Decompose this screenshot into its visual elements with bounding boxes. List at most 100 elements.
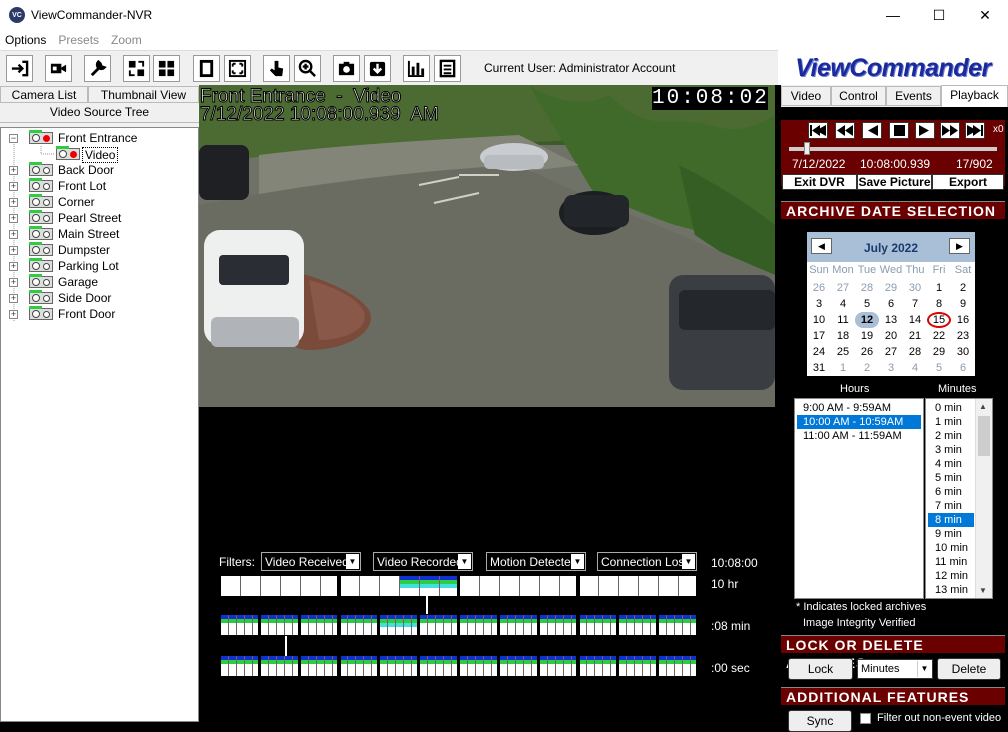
calendar-day[interactable]: 15 bbox=[927, 312, 951, 328]
timeline-segment[interactable] bbox=[467, 656, 476, 676]
timeline-segment[interactable] bbox=[627, 615, 636, 635]
menu-options[interactable]: Options bbox=[0, 33, 53, 47]
timeline-segment[interactable] bbox=[221, 615, 229, 635]
timeline-segment[interactable] bbox=[400, 576, 421, 596]
calendar-day[interactable]: 8 bbox=[927, 296, 951, 312]
filter-non-event-checkbox[interactable] bbox=[860, 713, 871, 724]
timeline-segment[interactable] bbox=[360, 576, 381, 596]
timeline-segment[interactable] bbox=[603, 656, 612, 676]
timeline-segment[interactable] bbox=[603, 615, 612, 635]
calendar-day[interactable]: 4 bbox=[831, 296, 855, 312]
timeline-segment[interactable] bbox=[428, 656, 437, 676]
live-video-feed[interactable] bbox=[199, 85, 775, 407]
timeline-segment[interactable] bbox=[420, 656, 429, 676]
minute-item[interactable]: 6 min bbox=[928, 485, 974, 499]
timeline-segment[interactable] bbox=[619, 576, 640, 596]
lock-unit-select[interactable]: Minutes ▼ bbox=[857, 659, 933, 679]
playback-slider[interactable] bbox=[789, 147, 997, 151]
go-to-start-button[interactable] bbox=[808, 122, 828, 139]
tree-node-camera[interactable]: + Parking Lot bbox=[1, 258, 200, 274]
timeline-segment[interactable] bbox=[675, 656, 684, 676]
calendar-day[interactable]: 29 bbox=[927, 344, 951, 360]
collapse-toggle[interactable]: − bbox=[9, 134, 18, 143]
tab-playback[interactable]: Playback bbox=[941, 85, 1008, 107]
timeline-seconds-bar[interactable] bbox=[221, 656, 699, 676]
fullscreen-button[interactable] bbox=[224, 55, 251, 82]
go-to-end-button[interactable] bbox=[965, 122, 985, 139]
filter-video-received-select[interactable]: Video Received ▼ bbox=[261, 552, 361, 571]
timeline-segment[interactable] bbox=[483, 615, 492, 635]
timeline-segment[interactable] bbox=[595, 615, 604, 635]
calendar-day[interactable]: 2 bbox=[951, 280, 975, 296]
calendar-day[interactable]: 1 bbox=[927, 280, 951, 296]
timeline-segment[interactable] bbox=[691, 656, 699, 676]
timeline-segment[interactable] bbox=[452, 615, 460, 635]
tab-video[interactable]: Video bbox=[781, 86, 831, 106]
timeline-segment[interactable] bbox=[571, 615, 580, 635]
timeline-segment[interactable] bbox=[491, 615, 500, 635]
timeline-segment[interactable] bbox=[499, 576, 520, 596]
timeline-segment[interactable] bbox=[579, 576, 600, 596]
timeline-segment[interactable] bbox=[221, 576, 241, 596]
settings-wrench-button[interactable] bbox=[84, 55, 111, 82]
calendar-day[interactable]: 23 bbox=[951, 328, 975, 344]
timeline-segment[interactable] bbox=[244, 656, 253, 676]
playback-slider-thumb[interactable] bbox=[804, 142, 810, 155]
minute-item[interactable]: 1 min bbox=[928, 415, 974, 429]
timeline-segment[interactable] bbox=[452, 656, 460, 676]
timeline-segment[interactable] bbox=[523, 615, 532, 635]
timeline-segment[interactable] bbox=[667, 656, 676, 676]
timeline-segment[interactable] bbox=[380, 615, 389, 635]
timeline-segment[interactable] bbox=[559, 576, 580, 596]
calendar-day[interactable]: 24 bbox=[807, 344, 831, 360]
timeline-segment[interactable] bbox=[244, 615, 253, 635]
timeline-segment[interactable] bbox=[404, 615, 413, 635]
tab-control[interactable]: Control bbox=[831, 86, 886, 106]
timeline-segment[interactable] bbox=[571, 656, 580, 676]
layout-switch-button[interactable] bbox=[123, 55, 150, 82]
tree-node-video[interactable]: Video bbox=[1, 146, 200, 163]
calendar-day[interactable]: 28 bbox=[855, 280, 879, 296]
hours-list[interactable]: 9:00 AM - 9:59AM 10:00 AM - 10:59AM 11:00 … bbox=[794, 398, 924, 599]
calendar-day[interactable]: 27 bbox=[879, 344, 903, 360]
save-picture-button[interactable]: Save Picture bbox=[857, 174, 932, 190]
timeline-segment[interactable] bbox=[531, 656, 540, 676]
timeline-segment[interactable] bbox=[651, 615, 660, 635]
timeline-segment[interactable] bbox=[236, 656, 245, 676]
calendar-day[interactable]: 28 bbox=[903, 344, 927, 360]
expand-toggle[interactable]: + bbox=[9, 246, 18, 255]
calendar-day[interactable]: 20 bbox=[879, 328, 903, 344]
timeline-segment[interactable] bbox=[300, 576, 321, 596]
timeline-segment[interactable] bbox=[340, 576, 361, 596]
calendar-day[interactable]: 21 bbox=[903, 328, 927, 344]
fast-reverse-button[interactable] bbox=[835, 122, 855, 139]
tab-camera-list[interactable]: Camera List bbox=[0, 86, 88, 103]
timeline-segment[interactable] bbox=[236, 615, 245, 635]
step-reverse-button[interactable] bbox=[862, 122, 882, 139]
calendar-day[interactable]: 11 bbox=[831, 312, 855, 328]
timeline-segment[interactable] bbox=[324, 615, 333, 635]
calendar-day[interactable]: 4 bbox=[903, 360, 927, 376]
timeline-segment[interactable] bbox=[284, 615, 293, 635]
timeline-segment[interactable] bbox=[268, 615, 277, 635]
timeline-segment[interactable] bbox=[388, 656, 397, 676]
menu-zoom[interactable]: Zoom bbox=[106, 33, 149, 47]
delete-button[interactable]: Delete bbox=[937, 658, 1001, 680]
timeline-segment[interactable] bbox=[659, 576, 680, 596]
timeline-segment[interactable] bbox=[300, 615, 309, 635]
timeline-segment[interactable] bbox=[599, 576, 620, 596]
timeline-segment[interactable] bbox=[547, 615, 556, 635]
timeline-segment[interactable] bbox=[356, 615, 365, 635]
tree-node-front-entrance[interactable]: − Front Entrance bbox=[1, 130, 200, 146]
report-button[interactable] bbox=[434, 55, 461, 82]
menu-presets[interactable]: Presets bbox=[53, 33, 106, 47]
timeline-segment[interactable] bbox=[639, 576, 660, 596]
calendar-day[interactable]: 5 bbox=[927, 360, 951, 376]
calendar-day[interactable]: 6 bbox=[879, 296, 903, 312]
minute-item[interactable]: 4 min bbox=[928, 457, 974, 471]
timeline-segment[interactable] bbox=[292, 615, 301, 635]
timeline-segment[interactable] bbox=[611, 656, 620, 676]
timeline-segment[interactable] bbox=[252, 615, 261, 635]
minute-item[interactable]: 7 min bbox=[928, 499, 974, 513]
minute-item[interactable]: 5 min bbox=[928, 471, 974, 485]
